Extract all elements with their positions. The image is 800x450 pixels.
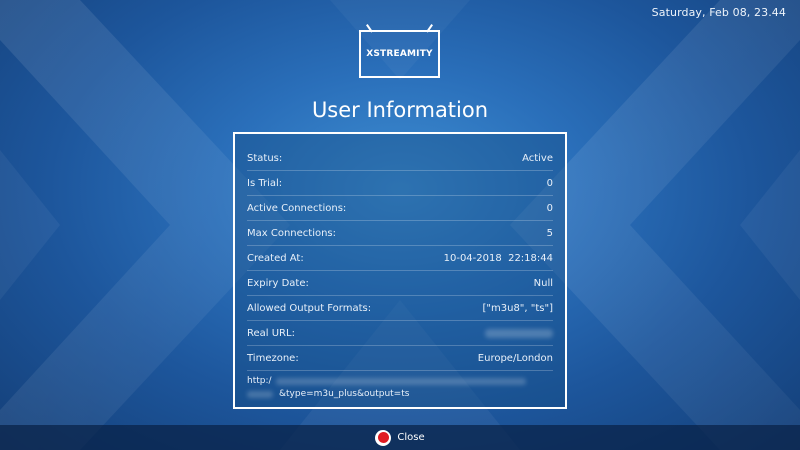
close-button[interactable]: Close <box>375 429 425 446</box>
bottom-bar: Close <box>0 425 800 450</box>
info-row-status: Status: Active <box>247 146 553 171</box>
info-row-expiry-date: Expiry Date: Null <box>247 271 553 296</box>
info-value: Null <box>533 277 553 289</box>
info-row-output-formats: Allowed Output Formats: ["m3u8", "ts"] <box>247 296 553 321</box>
redacted-url-part <box>275 378 526 385</box>
info-row-is-trial: Is Trial: 0 <box>247 171 553 196</box>
info-value: 0 <box>546 202 553 214</box>
info-row-timezone: Timezone: Europe/London <box>247 346 553 371</box>
info-label: Allowed Output Formats: <box>247 302 372 314</box>
url-prefix: http:/ <box>247 376 272 386</box>
close-label: Close <box>397 432 425 443</box>
info-row-created-at: Created At: 10-04-2018 22:18:44 <box>247 246 553 271</box>
xstreamity-logo: XSTREAMITY <box>359 24 440 78</box>
red-button-icon <box>375 429 392 446</box>
redacted-url-part <box>247 391 273 398</box>
logo-text: XSTREAMITY <box>366 49 433 59</box>
info-value: 10-04-2018 22:18:44 <box>443 252 553 264</box>
info-label: Real URL: <box>247 327 295 339</box>
info-value: ["m3u8", "ts"] <box>482 302 554 314</box>
user-info-panel: Status: Active Is Trial: 0 Active Connec… <box>233 132 567 409</box>
redacted-value <box>485 328 553 338</box>
info-label: Status: <box>247 152 283 164</box>
info-value: Europe/London <box>477 352 553 364</box>
info-row-active-connections: Active Connections: 0 <box>247 196 553 221</box>
info-label: Max Connections: <box>247 227 337 239</box>
info-row-max-connections: Max Connections: 5 <box>247 221 553 246</box>
info-row-real-url: Real URL: <box>247 321 553 346</box>
url-line-2: &type=m3u_plus&output=ts <box>247 388 553 401</box>
info-label: Timezone: <box>247 352 299 364</box>
info-label: Created At: <box>247 252 304 264</box>
info-value: 0 <box>546 177 553 189</box>
playlist-url: http:/ &type=m3u_plus&output=ts <box>247 375 553 401</box>
info-value: 5 <box>546 227 553 239</box>
info-value: Active <box>522 152 553 164</box>
url-line-1: http:/ <box>247 375 553 388</box>
info-label: Is Trial: <box>247 177 283 189</box>
page-title: User Information <box>311 98 489 122</box>
info-label: Active Connections: <box>247 202 347 214</box>
url-suffix: &type=m3u_plus&output=ts <box>279 389 410 399</box>
info-label: Expiry Date: <box>247 277 309 289</box>
datetime-display: Saturday, Feb 08, 23.44 <box>651 6 786 19</box>
